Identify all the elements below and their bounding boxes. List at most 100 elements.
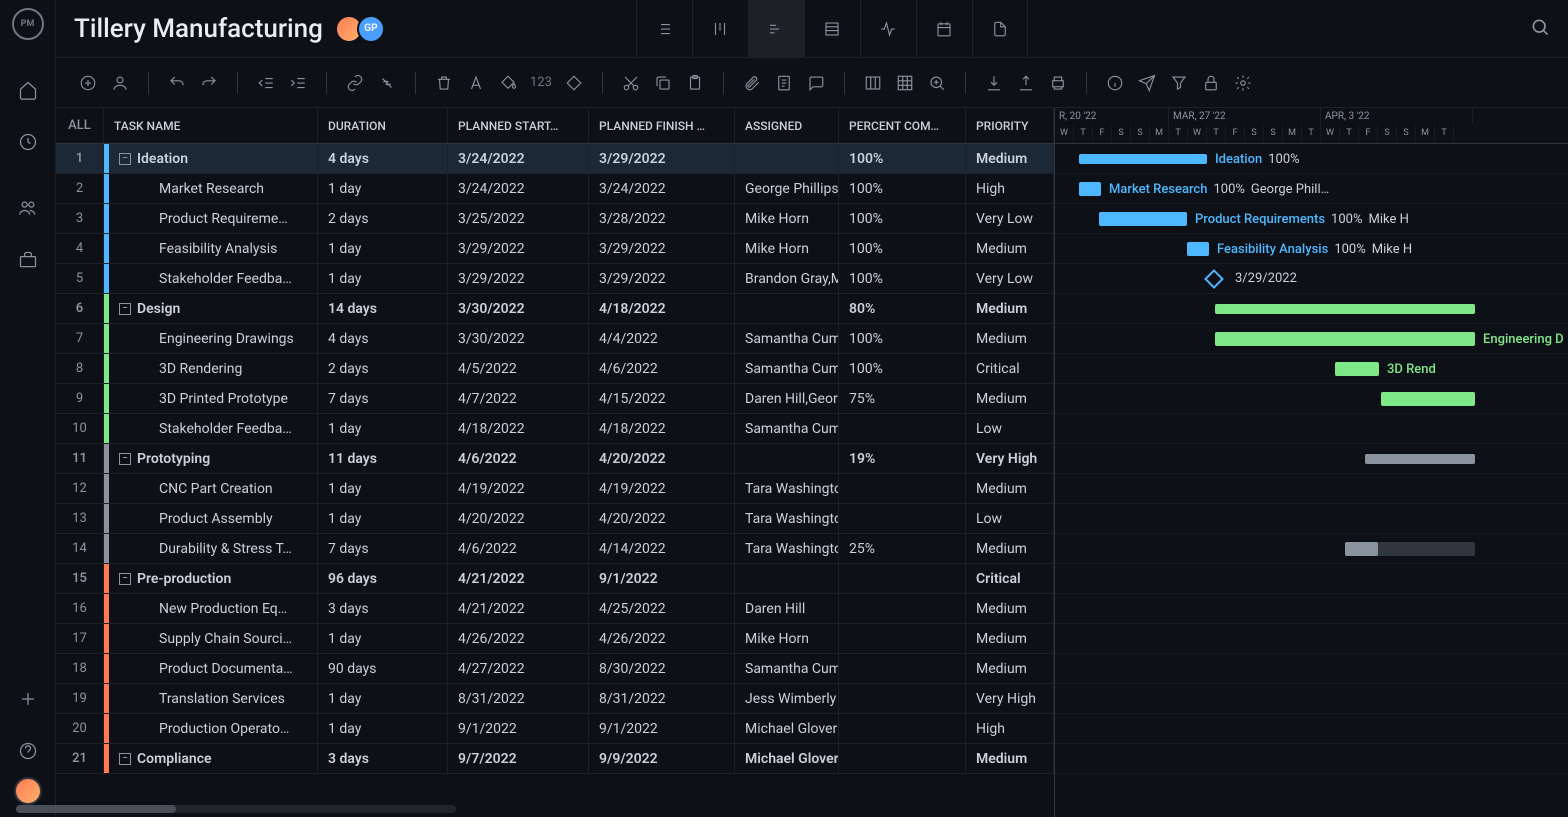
avatar[interactable]: GP: [357, 15, 385, 43]
duration-cell[interactable]: 1 day: [318, 714, 448, 743]
start-cell[interactable]: 3/30/2022: [448, 324, 589, 353]
percent-cell[interactable]: 75%: [839, 384, 966, 413]
col-assigned[interactable]: ASSIGNED: [735, 108, 839, 143]
table-row[interactable]: 12CNC Part Creation1 day4/19/20224/19/20…: [56, 474, 1054, 504]
start-cell[interactable]: 3/29/2022: [448, 234, 589, 263]
activity-view-tab[interactable]: [860, 0, 916, 58]
percent-cell[interactable]: 100%: [839, 264, 966, 293]
people-icon[interactable]: [16, 196, 40, 220]
percent-cell[interactable]: [839, 504, 966, 533]
clock-icon[interactable]: [16, 130, 40, 154]
task-name-cell[interactable]: 3D Printed Prototype: [109, 384, 318, 413]
priority-cell[interactable]: Low: [966, 414, 1054, 443]
table-row[interactable]: 18Product Documenta…90 days4/27/20228/30…: [56, 654, 1054, 684]
export-button[interactable]: [1012, 69, 1040, 97]
assigned-cell[interactable]: [735, 564, 839, 593]
collapse-icon[interactable]: −: [119, 303, 131, 315]
send-button[interactable]: [1133, 69, 1161, 97]
finish-cell[interactable]: 3/28/2022: [589, 204, 735, 233]
col-duration[interactable]: DURATION: [318, 108, 448, 143]
grid-body[interactable]: 1−Ideation4 days3/24/20223/29/2022100%Me…: [56, 144, 1054, 817]
task-name-cell[interactable]: Product Assembly: [109, 504, 318, 533]
finish-cell[interactable]: 4/18/2022: [589, 294, 735, 323]
assigned-cell[interactable]: [735, 144, 839, 173]
horizontal-scrollbar[interactable]: [56, 805, 456, 813]
percent-cell[interactable]: [839, 684, 966, 713]
duration-cell[interactable]: 3 days: [318, 744, 448, 773]
font-button[interactable]: [462, 69, 490, 97]
col-taskname[interactable]: TASK NAME: [104, 108, 318, 143]
duration-cell[interactable]: 4 days: [318, 144, 448, 173]
table-row[interactable]: 3Product Requireme…2 days3/25/20223/28/2…: [56, 204, 1054, 234]
table-row[interactable]: 13Product Assembly1 day4/20/20224/20/202…: [56, 504, 1054, 534]
duration-cell[interactable]: 7 days: [318, 534, 448, 563]
gantt-bar[interactable]: Product Requirements100%Mike H: [1099, 212, 1187, 226]
task-name-cell[interactable]: Production Operato…: [109, 714, 318, 743]
table-row[interactable]: 4Feasibility Analysis1 day3/29/20223/29/…: [56, 234, 1054, 264]
duration-cell[interactable]: 3 days: [318, 594, 448, 623]
assigned-cell[interactable]: Samantha Cum: [735, 414, 839, 443]
priority-cell[interactable]: Medium: [966, 654, 1054, 683]
assigned-cell[interactable]: Mike Horn: [735, 624, 839, 653]
priority-cell[interactable]: Medium: [966, 234, 1054, 263]
duration-cell[interactable]: 11 days: [318, 444, 448, 473]
task-name-cell[interactable]: Durability & Stress T…: [109, 534, 318, 563]
home-icon[interactable]: [16, 78, 40, 102]
duration-cell[interactable]: 1 day: [318, 264, 448, 293]
task-name-cell[interactable]: CNC Part Creation: [109, 474, 318, 503]
start-cell[interactable]: 4/26/2022: [448, 624, 589, 653]
priority-cell[interactable]: Medium: [966, 594, 1054, 623]
start-cell[interactable]: 4/27/2022: [448, 654, 589, 683]
assigned-cell[interactable]: Mike Horn: [735, 234, 839, 263]
duration-cell[interactable]: 1 day: [318, 474, 448, 503]
collapse-icon[interactable]: −: [119, 753, 131, 765]
calendar-view-tab[interactable]: [916, 0, 972, 58]
settings-button[interactable]: [1229, 69, 1257, 97]
gantt-bar[interactable]: [1381, 392, 1475, 406]
comment-button[interactable]: [802, 69, 830, 97]
finish-cell[interactable]: 3/29/2022: [589, 144, 735, 173]
gantt-chart[interactable]: R, 20 '22MAR, 27 '22APR, 3 '22 WTFSSMTWT…: [1055, 108, 1568, 817]
finish-cell[interactable]: 4/19/2022: [589, 474, 735, 503]
assigned-cell[interactable]: Samantha Cum: [735, 324, 839, 353]
percent-cell[interactable]: 25%: [839, 534, 966, 563]
board-view-tab[interactable]: [692, 0, 748, 58]
task-name-cell[interactable]: Market Research: [109, 174, 318, 203]
percent-cell[interactable]: 100%: [839, 324, 966, 353]
start-cell[interactable]: 4/20/2022: [448, 504, 589, 533]
assigned-cell[interactable]: Brandon Gray,M: [735, 264, 839, 293]
task-name-cell[interactable]: Translation Services: [109, 684, 318, 713]
assigned-cell[interactable]: Tara Washingto: [735, 534, 839, 563]
duration-cell[interactable]: 1 day: [318, 504, 448, 533]
priority-cell[interactable]: Medium: [966, 384, 1054, 413]
finish-cell[interactable]: 3/24/2022: [589, 174, 735, 203]
start-cell[interactable]: 3/30/2022: [448, 294, 589, 323]
assigned-cell[interactable]: Samantha Cum: [735, 654, 839, 683]
table-row[interactable]: 15−Pre-production96 days4/21/20229/1/202…: [56, 564, 1054, 594]
task-name-cell[interactable]: 3D Rendering: [109, 354, 318, 383]
outdent-button[interactable]: [252, 69, 280, 97]
priority-cell[interactable]: Medium: [966, 624, 1054, 653]
finish-cell[interactable]: 4/6/2022: [589, 354, 735, 383]
finish-cell[interactable]: 4/25/2022: [589, 594, 735, 623]
link-button[interactable]: [341, 69, 369, 97]
start-cell[interactable]: 9/1/2022: [448, 714, 589, 743]
assigned-cell[interactable]: Michael Glover: [735, 714, 839, 743]
priority-cell[interactable]: Very Low: [966, 264, 1054, 293]
table-row[interactable]: 7Engineering Drawings4 days3/30/20224/4/…: [56, 324, 1054, 354]
member-avatars[interactable]: GP: [341, 15, 385, 43]
col-start[interactable]: PLANNED START…: [448, 108, 589, 143]
table-row[interactable]: 19Translation Services1 day8/31/20228/31…: [56, 684, 1054, 714]
start-cell[interactable]: 4/7/2022: [448, 384, 589, 413]
percent-cell[interactable]: [839, 654, 966, 683]
finish-cell[interactable]: 8/30/2022: [589, 654, 735, 683]
finish-cell[interactable]: 9/1/2022: [589, 564, 735, 593]
finish-cell[interactable]: 4/14/2022: [589, 534, 735, 563]
task-name-cell[interactable]: −Pre-production: [109, 564, 318, 593]
files-view-tab[interactable]: [972, 0, 1028, 58]
finish-cell[interactable]: 3/29/2022: [589, 264, 735, 293]
task-name-cell[interactable]: Stakeholder Feedba…: [109, 264, 318, 293]
duration-cell[interactable]: 90 days: [318, 654, 448, 683]
percent-cell[interactable]: [839, 474, 966, 503]
attach-button[interactable]: [738, 69, 766, 97]
